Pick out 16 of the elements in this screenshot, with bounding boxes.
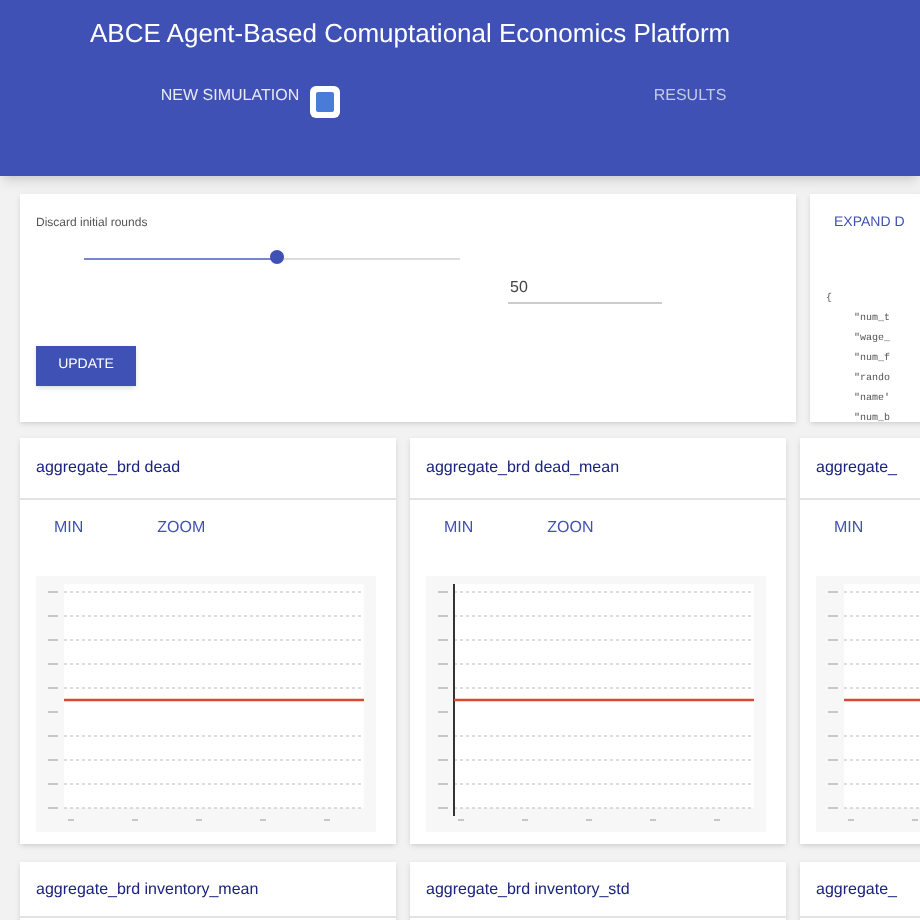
- chart-action-button[interactable]: ZOON: [547, 516, 594, 540]
- chart-title: aggregate_brd dead: [36, 456, 181, 480]
- chart-title: aggregate_: [816, 877, 897, 901]
- chart-action-button[interactable]: ZOOM: [157, 516, 206, 540]
- chart-action-button[interactable]: MIN: [54, 516, 84, 540]
- chart-title: aggregate_brd inventory_std: [426, 877, 630, 901]
- chart-title: aggregate_: [816, 456, 897, 480]
- chart-action-button[interactable]: MIN: [444, 516, 474, 540]
- rounds-field[interactable]: 50: [508, 276, 662, 304]
- chart-title: aggregate_brd dead_mean: [426, 456, 620, 480]
- nav-tab[interactable]: NEW SIMULATION: [0, 84, 460, 108]
- nav-tab[interactable]: RESULTS: [460, 84, 920, 108]
- slider[interactable]: [84, 250, 460, 266]
- app-title: ABCE Agent-Based Comuptational Economics Platform: [90, 18, 731, 50]
- chart-action-button[interactable]: MIN: [834, 516, 864, 540]
- chart-title: aggregate_brd inventory_mean: [36, 877, 259, 901]
